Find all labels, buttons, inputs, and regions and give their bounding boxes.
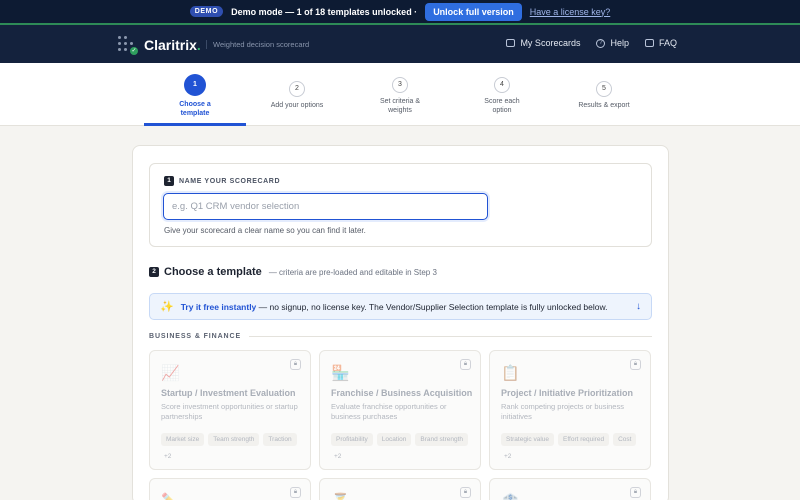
template-description: Evaluate franchise opportunities or busi…	[331, 402, 447, 421]
app-header: ✓ Claritrix. Weighted decision scorecard…	[0, 25, 800, 63]
template-card-franchise-acquisition[interactable]: 🔒︎ 🏪 Franchise / Business Acquisition Ev…	[319, 350, 481, 470]
more-tags-count: +2	[504, 453, 512, 460]
license-key-link[interactable]: Have a license key?	[530, 7, 611, 17]
lock-icon: 🔒︎	[290, 359, 301, 370]
help-circle-icon: ?	[596, 38, 606, 48]
template-description: Score investment opportunities or startu…	[161, 402, 298, 421]
divider	[249, 336, 652, 337]
template-card-startup-investment[interactable]: 🔒︎ 📈 Startup / Investment Evaluation Sco…	[149, 350, 311, 470]
step-number: 4	[494, 77, 510, 93]
pencil-icon: ✏️	[161, 492, 180, 500]
clipboard-icon: 📋	[501, 365, 520, 382]
bank-icon: 🏦	[501, 492, 520, 500]
demo-message: Demo mode — 1 of 18 templates unlocked ·	[231, 6, 418, 17]
logo-icon: ✓	[117, 35, 138, 55]
wizard-stepper: 1 Choose a template 2 Add your options 3…	[0, 63, 800, 126]
template-section-title: Choose a template	[164, 266, 262, 278]
criteria-tag: Profitability	[331, 433, 373, 446]
category-label: BUSINESS & FINANCE	[149, 333, 242, 340]
brand-tagline: Weighted decision scorecard	[206, 40, 309, 49]
chart-up-icon: 📈	[161, 365, 180, 382]
step-score-options[interactable]: 4 Score each option	[452, 77, 552, 115]
section-number-badge: 1	[164, 176, 174, 186]
lock-icon: 🔒︎	[630, 359, 641, 370]
step-number: 1	[184, 74, 206, 96]
active-step-indicator	[144, 123, 246, 126]
criteria-tag: Location	[376, 433, 412, 446]
criteria-tag: Market size	[161, 433, 205, 446]
criteria-tag: Cost	[613, 433, 637, 446]
name-section: 1 NAME YOUR SCORECARD Give your scorecar…	[149, 163, 652, 247]
criteria-tag: Traction	[263, 433, 297, 446]
hourglass-icon: ⏳	[331, 492, 350, 500]
criteria-tag: Effort required	[558, 433, 610, 446]
step-label: Choose a template	[179, 101, 211, 117]
template-card-row2-3[interactable]: 🔒︎ 🏦	[489, 478, 651, 500]
template-name: Project / Initiative Prioritization	[501, 388, 634, 398]
template-tags: Strategic value Effort required Cost +2	[501, 433, 646, 463]
faq-icon	[644, 39, 654, 47]
step-label: Add your options	[270, 102, 324, 109]
more-tags-count: +2	[164, 453, 172, 460]
step-choose-template[interactable]: 1 Choose a template	[145, 74, 245, 118]
arrow-down-icon: ↓	[636, 301, 641, 312]
template-name: Startup / Investment Evaluation	[161, 388, 296, 398]
step-results-export[interactable]: 5 Results & export	[554, 81, 654, 110]
lock-icon: 🔒︎	[290, 487, 301, 498]
lock-icon: 🔒︎	[630, 487, 641, 498]
demo-badge: DEMO	[189, 6, 224, 17]
step-number: 2	[289, 81, 305, 97]
template-tags: Market size Team strength Traction +2	[161, 433, 306, 463]
template-card-project-prioritization[interactable]: 🔒︎ 📋 Project / Initiative Prioritization…	[489, 350, 651, 470]
name-section-label: NAME YOUR SCORECARD	[179, 177, 281, 185]
template-section-header: 2 Choose a template — criteria are pre-l…	[149, 266, 437, 278]
template-tags: Profitability Location Brand strength +2	[331, 433, 476, 463]
step-label: Set criteria & weights	[379, 98, 421, 114]
header-nav: My Scorecards ? Help FAQ	[506, 38, 677, 48]
step-add-options[interactable]: 2 Add your options	[247, 81, 347, 110]
lock-icon: 🔒︎	[460, 487, 471, 498]
nav-my-scorecards[interactable]: My Scorecards	[506, 38, 580, 48]
template-name: Franchise / Business Acquisition	[331, 388, 473, 398]
unlock-full-version-button[interactable]: Unlock full version	[425, 2, 522, 21]
criteria-tag: Team strength	[208, 433, 260, 446]
more-tags-count: +2	[334, 453, 342, 460]
folder-icon	[506, 39, 516, 47]
store-icon: 🏪	[331, 365, 350, 382]
template-card-row2-2[interactable]: 🔒︎ ⏳	[319, 478, 481, 500]
step-number: 3	[392, 77, 408, 93]
criteria-tag: Brand strength	[415, 433, 469, 446]
template-description: Rank competing projects or business init…	[501, 402, 624, 421]
step-number: 5	[596, 81, 612, 97]
main-card: 1 NAME YOUR SCORECARD Give your scorecar…	[132, 145, 669, 500]
step-set-criteria[interactable]: 3 Set criteria & weights	[350, 77, 450, 115]
demo-banner: DEMO Demo mode — 1 of 18 templates unloc…	[0, 0, 800, 25]
lock-icon: 🔒︎	[460, 359, 471, 370]
try-free-text: — no signup, no license key. The Vendor/…	[256, 301, 608, 312]
nav-help[interactable]: ? Help	[596, 38, 629, 48]
template-section-subtitle: — criteria are pre-loaded and editable i…	[268, 267, 437, 277]
section-number-badge: 2	[149, 267, 159, 277]
step-label: Results & export	[578, 102, 630, 109]
category-header: BUSINESS & FINANCE	[149, 333, 652, 340]
criteria-tag: Strategic value	[501, 433, 554, 446]
try-free-strong: Try it free instantly	[180, 301, 257, 312]
try-free-banner[interactable]: ✨ Try it free instantly — no signup, no …	[149, 293, 652, 320]
scorecard-name-input[interactable]	[163, 193, 488, 220]
name-help-text: Give your scorecard a clear name so you …	[164, 226, 366, 235]
template-card-row2-1[interactable]: 🔒︎ ✏️	[149, 478, 311, 500]
sparkle-icon: ✨	[160, 301, 174, 313]
nav-faq[interactable]: FAQ	[644, 38, 677, 48]
step-label: Score each option	[484, 98, 520, 114]
brand-name[interactable]: Claritrix.	[144, 37, 201, 53]
